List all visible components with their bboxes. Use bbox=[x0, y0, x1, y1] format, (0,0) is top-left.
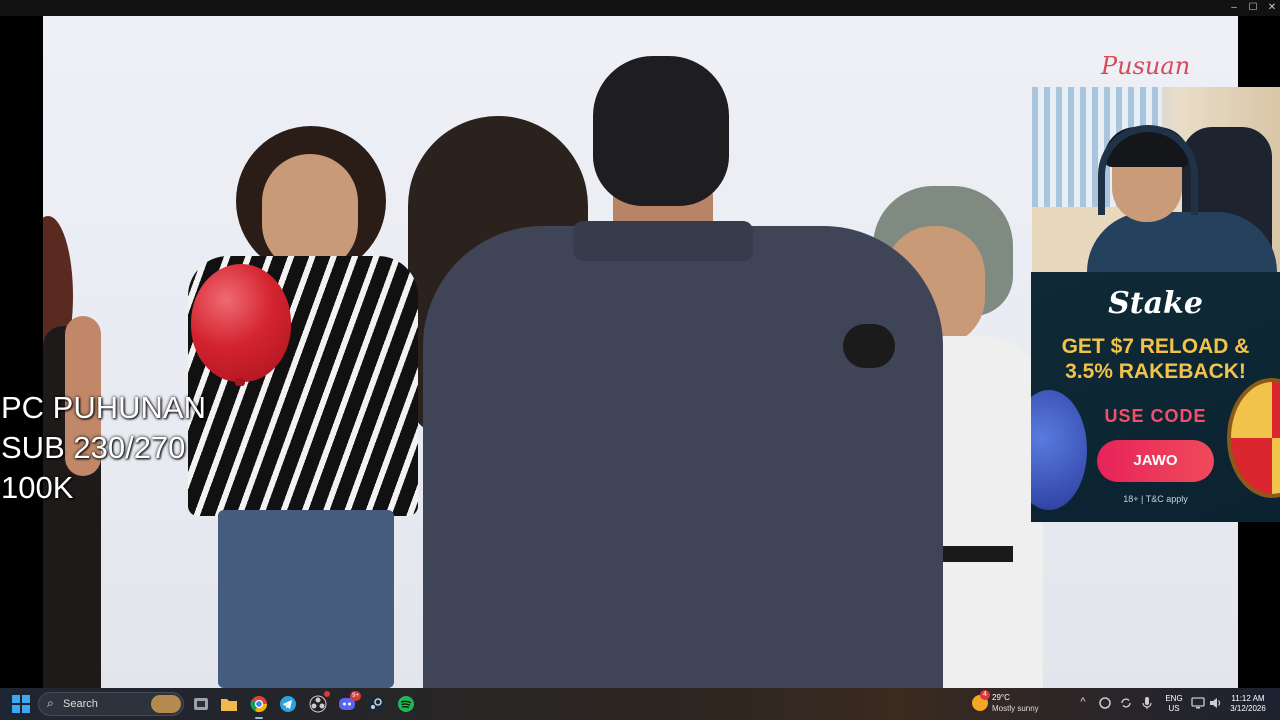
windows-start-icon[interactable] bbox=[11, 694, 31, 714]
hair bbox=[593, 56, 729, 206]
face bbox=[262, 154, 358, 272]
microphone-tray-icon[interactable] bbox=[1139, 696, 1155, 712]
discord-icon[interactable]: 9+ bbox=[337, 691, 361, 714]
taskbar: ⌕ 9+ 4 bbox=[0, 688, 1280, 720]
tray-overflow-chevron-icon[interactable]: ^ bbox=[1075, 696, 1091, 712]
discord-notification-badge: 9+ bbox=[350, 691, 361, 701]
stream-overlay-text: PC PUHUNAN SUB 230/270 100K bbox=[1, 388, 206, 508]
close-button[interactable]: ✕ bbox=[1263, 1, 1280, 15]
language-code: ENG bbox=[1165, 694, 1183, 703]
weather-temperature: 29°C bbox=[992, 693, 1010, 702]
tray-app-icon[interactable] bbox=[1097, 696, 1113, 712]
prize-wheel-icon bbox=[1227, 378, 1280, 498]
ad-use-code-label: USE CODE bbox=[1104, 406, 1207, 426]
clock-date: 3/12/2026 bbox=[1230, 704, 1266, 713]
region-code: US bbox=[1168, 704, 1180, 713]
spotify-icon[interactable] bbox=[396, 694, 416, 714]
minimize-button[interactable]: – bbox=[1225, 1, 1243, 15]
clock-time: 11:12 AM bbox=[1231, 694, 1265, 703]
streamer-webcam bbox=[1032, 87, 1280, 272]
desktop-screen: – ☐ ✕ Pusuan PC PUHUNAN SUB 230/270 100K… bbox=[0, 0, 1280, 720]
video-corner-logo: Pusuan bbox=[1101, 52, 1191, 80]
telegram-icon[interactable] bbox=[278, 694, 298, 714]
collar bbox=[573, 221, 753, 261]
weather-description: Mostly sunny bbox=[992, 704, 1039, 713]
grey-shirt bbox=[423, 226, 943, 688]
microphone-icon bbox=[843, 324, 895, 368]
headset-icon bbox=[1098, 125, 1198, 215]
overlay-line-3: 100K bbox=[1, 470, 74, 505]
language-indicator[interactable]: ENG US bbox=[1163, 694, 1185, 714]
maximize-button[interactable]: ☐ bbox=[1244, 1, 1262, 15]
taskbar-search[interactable]: ⌕ bbox=[38, 692, 184, 716]
search-highlight-icon bbox=[151, 695, 181, 713]
obs-icon[interactable] bbox=[308, 691, 330, 714]
overlay-line-2: SUB 230/270 bbox=[1, 430, 186, 465]
stake-ad-banner[interactable]: Stake GET $7 RELOAD & 3.5% RAKEBACK! USE… bbox=[1031, 272, 1280, 522]
system-clock[interactable]: 11:12 AM 3/12/2026 bbox=[1226, 694, 1270, 714]
red-balloon bbox=[191, 264, 291, 382]
window-titlebar: – ☐ ✕ bbox=[0, 0, 1280, 16]
weather-widget[interactable]: 4 29°C Mostly sunny bbox=[972, 690, 1062, 715]
tray-sync-icon[interactable] bbox=[1118, 696, 1134, 712]
jeans bbox=[218, 510, 394, 688]
balloon-knot bbox=[235, 378, 245, 386]
task-view-icon[interactable] bbox=[191, 694, 211, 714]
obs-live-badge bbox=[324, 691, 330, 697]
volume-icon[interactable] bbox=[1207, 696, 1223, 712]
ad-headline-line-1: GET $7 RELOAD & bbox=[1061, 335, 1250, 358]
folder-icon[interactable] bbox=[219, 694, 239, 714]
search-input[interactable] bbox=[63, 696, 149, 712]
streamer-body bbox=[1087, 212, 1277, 272]
network-icon[interactable] bbox=[1190, 696, 1206, 712]
steam-icon[interactable] bbox=[366, 694, 386, 714]
ad-terms: 18+ | T&C apply bbox=[1123, 494, 1188, 504]
person-man-back bbox=[423, 56, 943, 688]
ad-headline-line-2: 3.5% RAKEBACK! bbox=[1065, 360, 1246, 383]
weather-badge: 4 bbox=[980, 690, 990, 700]
search-icon: ⌕ bbox=[47, 696, 54, 710]
ad-code-button[interactable]: JAWO bbox=[1097, 440, 1214, 482]
chrome-icon[interactable] bbox=[249, 694, 269, 719]
ad-headline: GET $7 RELOAD & 3.5% RAKEBACK! bbox=[1031, 334, 1280, 384]
ad-brand-logo: Stake bbox=[1108, 286, 1203, 321]
overlay-line-1: PC PUHUNAN bbox=[1, 390, 206, 425]
